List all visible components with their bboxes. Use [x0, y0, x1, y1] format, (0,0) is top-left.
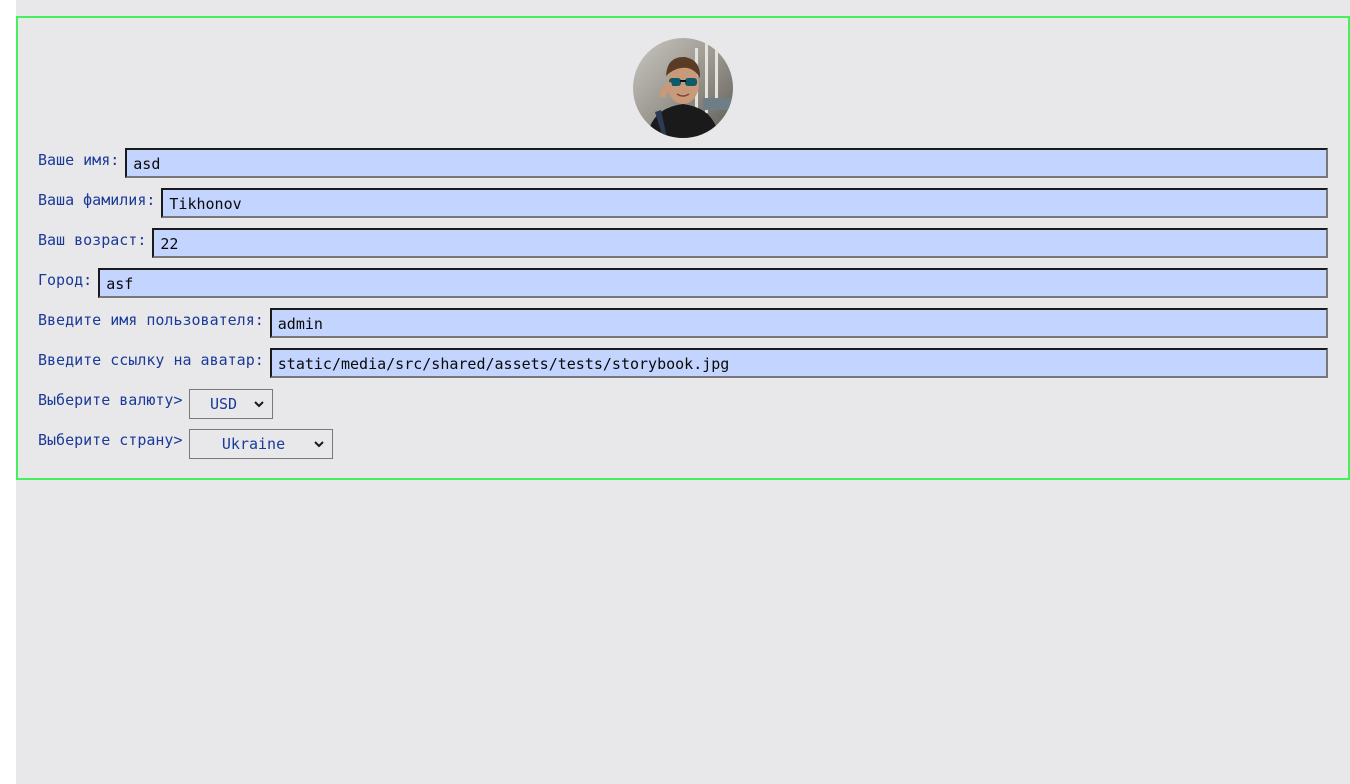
city-label: Город: — [38, 271, 93, 289]
city-input[interactable] — [98, 268, 1328, 298]
last-name-row: Ваша фамилия: — [38, 188, 1328, 218]
username-row: Введите имя пользователя: — [38, 308, 1328, 338]
first-name-label: Ваше имя: — [38, 151, 120, 169]
country-select-value: Ukraine — [221, 435, 286, 453]
avatar-image — [633, 38, 733, 138]
chevron-down-icon — [253, 401, 264, 408]
first-name-row: Ваше имя: — [38, 148, 1328, 178]
country-select[interactable]: Ukraine — [188, 429, 333, 459]
username-label: Введите имя пользователя: — [38, 311, 264, 329]
username-input[interactable] — [269, 308, 1328, 338]
currency-row: Выберите валюту> USD — [38, 388, 1328, 419]
country-row: Выберите страну> Ukraine — [38, 428, 1328, 459]
currency-select[interactable]: USD — [188, 389, 273, 419]
last-name-input[interactable] — [161, 188, 1328, 218]
age-label: Ваш возраст: — [38, 231, 147, 249]
avatar-url-input[interactable] — [269, 348, 1328, 378]
currency-select-value: USD — [209, 395, 238, 413]
profile-card: Ваше имя: Ваша фамилия: Ваш возраст: Гор… — [16, 16, 1350, 480]
country-label: Выберите страну> — [38, 431, 183, 449]
city-row: Город: — [38, 268, 1328, 298]
first-name-input[interactable] — [125, 148, 1328, 178]
currency-label: Выберите валюту> — [38, 391, 183, 409]
avatar — [633, 38, 733, 138]
avatar-url-row: Введите ссылку на аватар: — [38, 348, 1328, 378]
avatar-url-label: Введите ссылку на аватар: — [38, 351, 264, 369]
age-row: Ваш возраст: — [38, 228, 1328, 258]
chevron-down-icon — [313, 441, 324, 448]
last-name-label: Ваша фамилия: — [38, 191, 156, 209]
age-input[interactable] — [152, 228, 1328, 258]
